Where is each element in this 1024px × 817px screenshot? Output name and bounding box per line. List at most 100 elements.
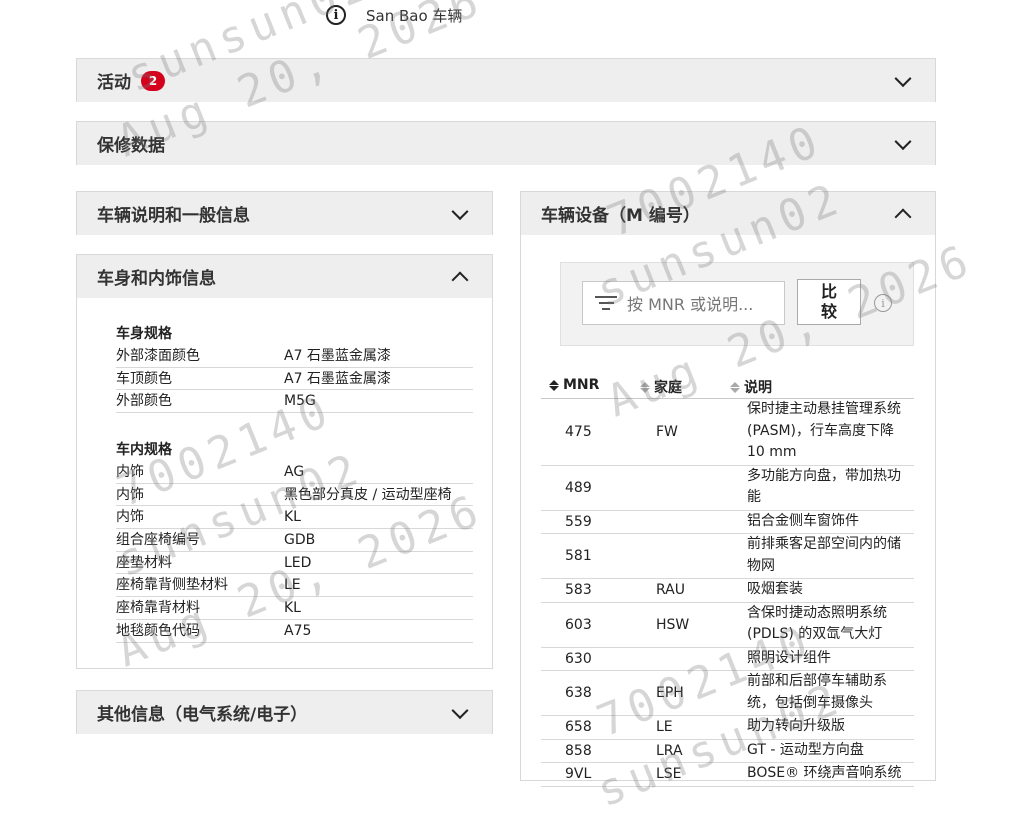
activity-header[interactable]: 活动 2 (77, 59, 935, 102)
spec-row: 组合座椅编号 GDB (116, 529, 473, 552)
table-row[interactable]: 581 前排乘客足部空间内的储物网 (541, 534, 914, 579)
spec-key: 座椅靠背侧垫材料 (116, 577, 228, 594)
general-info-title: 车辆说明和一般信息 (97, 206, 250, 226)
body-trim-title: 车身和内饰信息 (97, 269, 216, 289)
mnr-cell: 638 (565, 685, 592, 701)
mnr-cell: 581 (565, 548, 592, 564)
chevron-down-icon[interactable] (451, 701, 469, 719)
spec-row: 外部漆面颜色 A7 石墨蓝金属漆 (116, 345, 473, 368)
compare-button[interactable]: 比较 (797, 279, 861, 325)
description-cell: 含保时捷动态照明系统 (PDLS) 的双氙气大灯 (747, 604, 887, 643)
sort-icon (549, 379, 559, 391)
chevron-up-icon[interactable] (894, 208, 912, 225)
family-cell: LRA (656, 742, 683, 759)
spec-value: GDB (284, 532, 316, 549)
spec-value: 黑色部分真皮 / 运动型座椅 (284, 486, 452, 503)
table-row[interactable]: 489 多功能方向盘，带加热功能 (541, 466, 914, 511)
equipment-search-box: 按 MNR 或说明... 比较 i (560, 262, 914, 346)
equipment-header[interactable]: 车辆设备（M 编号） (521, 192, 935, 235)
info-icon[interactable]: i (326, 5, 346, 25)
other-info-panel[interactable]: 其他信息（电气系统/电子） (76, 690, 493, 734)
description-cell: 吸烟套装 (747, 581, 803, 597)
table-row[interactable]: 858 LRA GT - 运动型方向盘 (541, 740, 914, 763)
family-cell: RAU (656, 582, 685, 599)
body-spec-table: 车身规格 外部漆面颜色 A7 石墨蓝金属漆 车顶颜色 A7 石墨蓝金属漆 外部颜色 M5G (116, 323, 473, 414)
body-spec-title: 车身规格 (116, 326, 172, 342)
spec-key: 外部颜色 (116, 393, 172, 410)
chevron-up-icon[interactable] (451, 271, 469, 288)
sort-description[interactable]: 说明 (730, 377, 772, 397)
chevron-down-icon[interactable] (451, 202, 469, 220)
warranty-panel[interactable]: 保修数据 (76, 121, 936, 165)
table-row[interactable]: 603 HSW 含保时捷动态照明系统 (PDLS) 的双氙气大灯 (541, 603, 914, 648)
general-info-header[interactable]: 车辆说明和一般信息 (77, 192, 492, 235)
activity-count-badge: 2 (141, 70, 165, 91)
spec-key: 组合座椅编号 (116, 532, 200, 549)
chevron-down-icon[interactable] (894, 69, 912, 87)
spec-value: A7 石墨蓝金属漆 (284, 370, 391, 387)
other-info-header[interactable]: 其他信息（电气系统/电子） (77, 691, 492, 734)
body-trim-header[interactable]: 车身和内饰信息 (77, 255, 492, 298)
table-row[interactable]: 638 EPH 前部和后部停车辅助系统，包括倒车摄像头 (541, 671, 914, 716)
spec-row: 座椅靠背材料 KL (116, 597, 473, 620)
description-cell: 保时捷主动悬挂管理系统 (PASM)，行车高度下降 10 mm (747, 401, 901, 460)
table-row[interactable]: 658 LE 助力转向升级版 (541, 716, 914, 740)
sort-icon (730, 381, 740, 393)
description-cell: 前部和后部停车辅助系统，包括倒车摄像头 (747, 673, 887, 711)
description-cell: 多功能方向盘，带加热功能 (747, 467, 901, 506)
description-cell: BOSE® 环绕声音响系统 (747, 765, 902, 781)
mnr-cell: 559 (565, 513, 592, 530)
spec-key: 内饰 (116, 464, 144, 480)
sort-icon (640, 381, 650, 393)
family-cell: LE (656, 719, 673, 736)
family-cell: FW (656, 423, 678, 440)
mnr-cell: 658 (565, 719, 592, 736)
table-row[interactable]: 559 铝合金侧车窗饰件 (541, 511, 914, 534)
spec-key: 座垫材料 (116, 554, 172, 571)
spec-key: 内饰 (116, 509, 144, 526)
spec-key: 外部漆面颜色 (116, 348, 200, 364)
spec-key: 车顶颜色 (116, 370, 172, 387)
spec-row: 车顶颜色 A7 石墨蓝金属漆 (116, 368, 473, 391)
family-cell: LSE (656, 766, 682, 783)
spec-row: 地毯颜色代码 A75 (116, 620, 473, 643)
sort-family[interactable]: 家庭 (640, 377, 682, 397)
vehicle-info-row: i San Bao 车辆 (326, 2, 462, 28)
spec-row: 内饰 KL (116, 506, 473, 530)
info-icon[interactable]: i (874, 294, 892, 312)
table-row[interactable]: 475 FW 保时捷主动悬挂管理系统 (PASM)，行车高度下降 10 mm (541, 399, 914, 466)
general-info-panel[interactable]: 车辆说明和一般信息 (76, 191, 493, 235)
table-row[interactable]: 9VL LSE BOSE® 环绕声音响系统 (541, 763, 914, 787)
mnr-cell: 9VL (565, 766, 592, 783)
spec-value: KL (284, 600, 301, 617)
equipment-table-header: MNR 家庭 说明 (541, 373, 914, 399)
activity-panel[interactable]: 活动 2 (76, 58, 936, 102)
sort-mnr[interactable]: MNR (549, 377, 599, 393)
spec-value: AG (284, 464, 305, 480)
interior-spec-table: 车内规格 内饰 AG 内饰 黑色部分真皮 / 运动型座椅 内饰 KL 组合座椅编号 GDB 座垫… (116, 439, 473, 643)
search-placeholder: 按 MNR 或说明... (627, 295, 754, 314)
warranty-title: 保修数据 (97, 136, 165, 156)
column-mnr: MNR (563, 377, 600, 393)
spec-row: 内饰 AG (116, 461, 473, 484)
family-cell: HSW (656, 616, 690, 633)
column-description: 说明 (744, 380, 772, 396)
description-cell: 前排乘客足部空间内的储物网 (747, 536, 901, 574)
family-cell: EPH (656, 685, 684, 701)
spec-value: KL (284, 509, 301, 526)
spec-row: 座垫材料 LED (116, 552, 473, 575)
table-row[interactable]: 630 照明设计组件 (541, 648, 914, 671)
warranty-header[interactable]: 保修数据 (77, 122, 935, 165)
table-row[interactable]: 583 RAU 吸烟套装 (541, 579, 914, 603)
mnr-cell: 858 (565, 742, 592, 759)
equipment-search-input[interactable]: 按 MNR 或说明... (582, 281, 785, 325)
chevron-down-icon[interactable] (894, 132, 912, 150)
mnr-cell: 583 (565, 582, 592, 599)
description-cell: GT - 运动型方向盘 (747, 741, 864, 758)
vehicle-label: San Bao 车辆 (366, 6, 463, 25)
mnr-cell: 603 (565, 616, 592, 633)
spec-value: M5G (284, 393, 316, 410)
compare-label: 比较 (820, 282, 837, 321)
spec-value: A7 石墨蓝金属漆 (284, 348, 391, 364)
description-cell: 铝合金侧车窗饰件 (747, 512, 859, 529)
